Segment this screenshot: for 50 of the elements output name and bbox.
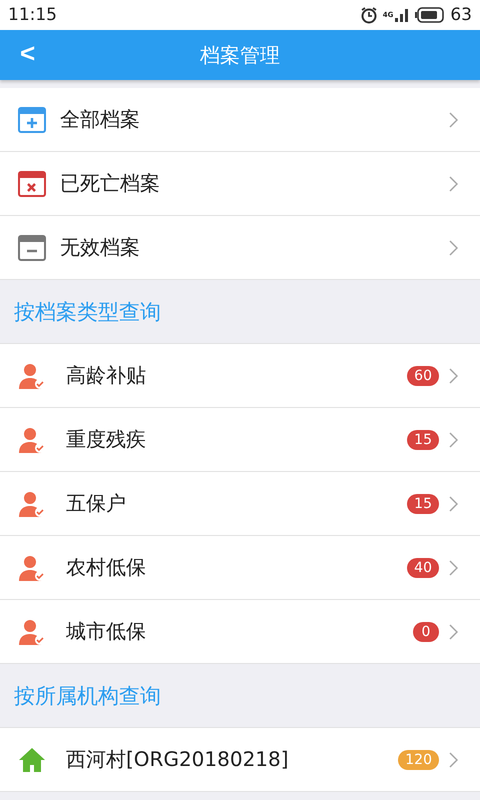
person-icon <box>18 362 46 390</box>
chevron-icon <box>449 368 458 384</box>
chevron-icon <box>449 432 458 448</box>
chevron-icon <box>449 624 458 640</box>
count-badge: 15 <box>407 494 439 514</box>
chevron-icon <box>449 176 458 192</box>
item-label: 全部档案 <box>60 106 141 133</box>
section-title: 按所属机构查询 <box>14 682 161 710</box>
count-badge: 60 <box>407 366 439 386</box>
window-icon <box>18 234 46 260</box>
category-item[interactable]: 西河村[ORG20180218] 120 <box>0 728 480 792</box>
person-icon <box>18 554 46 582</box>
person-icon <box>18 618 46 646</box>
count-badge: 40 <box>407 558 439 578</box>
item-label: 高龄补贴 <box>66 362 147 389</box>
house-icon <box>18 746 46 772</box>
page-title: 档案管理 <box>200 42 280 68</box>
item-label: 西河村[ORG20180218] <box>66 746 290 773</box>
category-item[interactable]: 农村低保 40 <box>0 536 480 600</box>
clock: 11:15 <box>8 5 57 25</box>
chevron-icon <box>449 112 458 128</box>
battery-icon <box>415 7 446 23</box>
chevron-icon <box>449 496 458 512</box>
count-badge: 120 <box>398 750 439 770</box>
count-badge: 15 <box>407 430 439 450</box>
window-icon <box>18 170 46 196</box>
chevron-icon <box>449 752 458 768</box>
person-icon <box>18 490 46 518</box>
item-label: 重度残疾 <box>66 426 147 453</box>
chevron-icon <box>449 560 458 576</box>
battery-level: 63 <box>450 5 472 25</box>
person-icon <box>18 426 46 454</box>
category-item[interactable]: 五保户 15 <box>0 472 480 536</box>
category-item[interactable]: 高龄补贴 60 <box>0 344 480 408</box>
window-icon <box>18 106 46 132</box>
archive-item[interactable]: 无效档案 <box>0 216 480 280</box>
category-item[interactable]: 城市低保 0 <box>0 600 480 664</box>
item-label: 无效档案 <box>60 234 141 261</box>
item-label: 已死亡档案 <box>60 170 161 197</box>
chevron-icon <box>449 240 458 256</box>
signal-icon <box>394 7 410 23</box>
category-item[interactable]: 重度残疾 15 <box>0 408 480 472</box>
archive-item[interactable]: 全部档案 <box>0 88 480 152</box>
item-label: 城市低保 <box>66 618 147 645</box>
count-badge: 0 <box>413 622 439 642</box>
section-title: 按档案类型查询 <box>14 298 161 326</box>
alarm-icon <box>360 6 378 24</box>
archive-item[interactable]: 已死亡档案 <box>0 152 480 216</box>
item-label: 农村低保 <box>66 554 147 581</box>
item-label: 五保户 <box>66 490 127 517</box>
